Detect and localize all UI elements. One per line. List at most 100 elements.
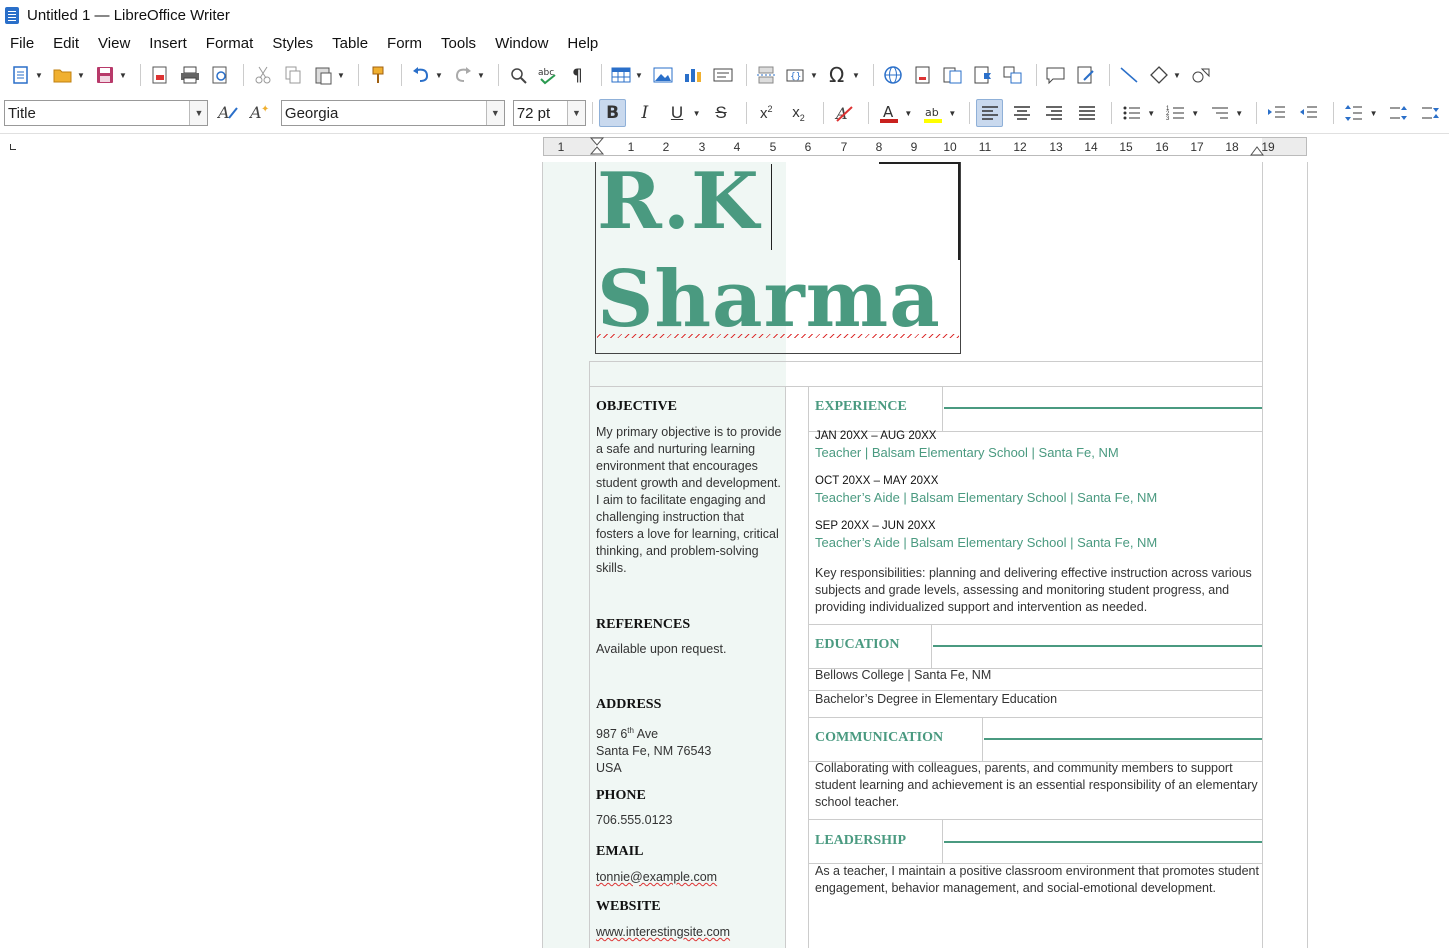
export-pdf-icon[interactable] <box>147 62 173 88</box>
underline-button[interactable]: U <box>663 99 690 127</box>
open-folder-icon[interactable] <box>50 62 76 88</box>
horizontal-ruler[interactable]: 1 1 2 3 4 5 6 7 8 9 10 11 12 13 14 15 16… <box>543 137 1307 156</box>
name-line-2[interactable]: Sharma <box>597 254 941 345</box>
new-dropdown-icon[interactable]: ▼ <box>34 62 44 88</box>
copy-icon[interactable] <box>280 62 306 88</box>
font-color-icon[interactable]: A <box>875 99 902 127</box>
endnote-icon[interactable] <box>940 62 966 88</box>
hyperlink-icon[interactable] <box>880 62 906 88</box>
indent-marker-icon[interactable] <box>590 137 604 156</box>
bookmark-icon[interactable] <box>970 62 996 88</box>
table-dropdown-icon[interactable]: ▼ <box>634 62 644 88</box>
shapes-dropdown-icon[interactable]: ▼ <box>1172 62 1182 88</box>
menu-file[interactable]: File <box>0 35 43 52</box>
font-color-dropdown-icon[interactable]: ▼ <box>903 100 913 126</box>
unordered-list-icon[interactable] <box>1118 99 1145 127</box>
menu-edit[interactable]: Edit <box>43 35 88 52</box>
paragraph-spacing-decrease-icon[interactable] <box>1417 99 1444 127</box>
menu-styles[interactable]: Styles <box>262 35 322 52</box>
insert-field-icon[interactable]: {} <box>783 62 809 88</box>
tab-stop-icon[interactable] <box>10 144 16 150</box>
footnote-icon[interactable] <box>910 62 936 88</box>
clone-formatting-icon[interactable] <box>365 62 391 88</box>
update-style-icon[interactable]: A <box>214 99 241 127</box>
menu-format[interactable]: Format <box>196 35 263 52</box>
toolbar-separator <box>969 102 971 124</box>
highlight-color-icon[interactable]: ab <box>919 99 946 127</box>
ordered-list-dropdown-icon[interactable]: ▼ <box>1190 100 1200 126</box>
cut-icon[interactable] <box>250 62 276 88</box>
clear-formatting-icon[interactable]: A <box>830 99 857 127</box>
paste-icon[interactable] <box>310 62 336 88</box>
ruler-number: 9 <box>910 140 918 154</box>
page-break-icon[interactable] <box>753 62 779 88</box>
right-indent-marker-icon[interactable] <box>1250 142 1264 156</box>
menu-form[interactable]: Form <box>377 35 431 52</box>
italic-button[interactable]: I <box>631 99 658 127</box>
align-right-button[interactable] <box>1041 99 1068 127</box>
document-page[interactable]: R.K Sharma OBJECTIVE My primary objectiv… <box>542 156 1308 948</box>
subscript-button[interactable]: x2 <box>785 99 812 127</box>
insert-textbox-icon[interactable] <box>710 62 736 88</box>
bold-button[interactable]: B <box>598 99 627 127</box>
menu-insert[interactable]: Insert <box>139 35 196 52</box>
undo-icon[interactable] <box>408 62 434 88</box>
insert-image-icon[interactable] <box>650 62 676 88</box>
insert-table-icon[interactable] <box>608 62 634 88</box>
paragraph-style-combo[interactable]: Title ▼ <box>4 100 209 126</box>
draw-functions-icon[interactable] <box>1188 62 1214 88</box>
outline-list-icon[interactable] <box>1206 99 1233 127</box>
menu-help[interactable]: Help <box>557 35 607 52</box>
chevron-down-icon[interactable]: ▼ <box>485 101 504 125</box>
insert-line-icon[interactable] <box>1116 62 1142 88</box>
new-document-icon[interactable] <box>8 62 34 88</box>
special-character-icon[interactable]: Ω <box>825 62 851 88</box>
menu-window[interactable]: Window <box>485 35 557 52</box>
objective-heading: OBJECTIVE <box>596 399 677 414</box>
line-spacing-dropdown-icon[interactable]: ▼ <box>1369 100 1379 126</box>
chevron-down-icon[interactable]: ▼ <box>189 101 208 125</box>
special-char-dropdown-icon[interactable]: ▼ <box>851 62 861 88</box>
chevron-down-icon[interactable]: ▼ <box>566 101 585 125</box>
name-line-1[interactable]: R.K <box>597 156 760 247</box>
strikethrough-button[interactable]: S <box>707 99 734 127</box>
underline-dropdown-icon[interactable]: ▼ <box>692 100 702 126</box>
undo-dropdown-icon[interactable]: ▼ <box>434 62 444 88</box>
insert-chart-icon[interactable] <box>680 62 706 88</box>
field-dropdown-icon[interactable]: ▼ <box>809 62 819 88</box>
print-icon[interactable] <box>177 62 203 88</box>
paste-dropdown-icon[interactable]: ▼ <box>336 62 346 88</box>
track-changes-icon[interactable] <box>1073 62 1099 88</box>
justify-button[interactable] <box>1073 99 1100 127</box>
cross-reference-icon[interactable] <box>1000 62 1026 88</box>
communication-heading: COMMUNICATION <box>815 730 944 745</box>
open-dropdown-icon[interactable]: ▼ <box>76 62 86 88</box>
align-left-button[interactable] <box>976 99 1004 127</box>
menu-view[interactable]: View <box>88 35 139 52</box>
new-style-icon[interactable]: A ✦ <box>247 99 274 127</box>
save-icon[interactable] <box>92 62 118 88</box>
menu-table[interactable]: Table <box>322 35 377 52</box>
increase-indent-icon[interactable] <box>1263 99 1290 127</box>
formatting-marks-icon[interactable]: ¶ <box>565 62 591 88</box>
redo-icon[interactable] <box>450 62 476 88</box>
superscript-button[interactable]: x2 <box>753 99 780 127</box>
decrease-indent-icon[interactable] <box>1295 99 1322 127</box>
find-replace-icon[interactable] <box>505 62 531 88</box>
line-spacing-icon[interactable] <box>1340 99 1367 127</box>
comment-icon[interactable] <box>1043 62 1069 88</box>
redo-dropdown-icon[interactable]: ▼ <box>476 62 486 88</box>
basic-shapes-icon[interactable] <box>1146 62 1172 88</box>
ordered-list-icon[interactable]: 123 <box>1162 99 1189 127</box>
unordered-list-dropdown-icon[interactable]: ▼ <box>1146 100 1156 126</box>
save-dropdown-icon[interactable]: ▼ <box>118 62 128 88</box>
outline-list-dropdown-icon[interactable]: ▼ <box>1234 100 1244 126</box>
print-preview-icon[interactable] <box>207 62 233 88</box>
menu-tools[interactable]: Tools <box>431 35 485 52</box>
paragraph-spacing-increase-icon[interactable] <box>1384 99 1411 127</box>
font-size-combo[interactable]: 72 pt ▼ <box>512 100 586 126</box>
align-center-button[interactable] <box>1008 99 1035 127</box>
highlight-dropdown-icon[interactable]: ▼ <box>947 100 957 126</box>
spelling-icon[interactable]: abc <box>535 62 561 88</box>
font-name-combo[interactable]: Georgia ▼ <box>280 100 505 126</box>
